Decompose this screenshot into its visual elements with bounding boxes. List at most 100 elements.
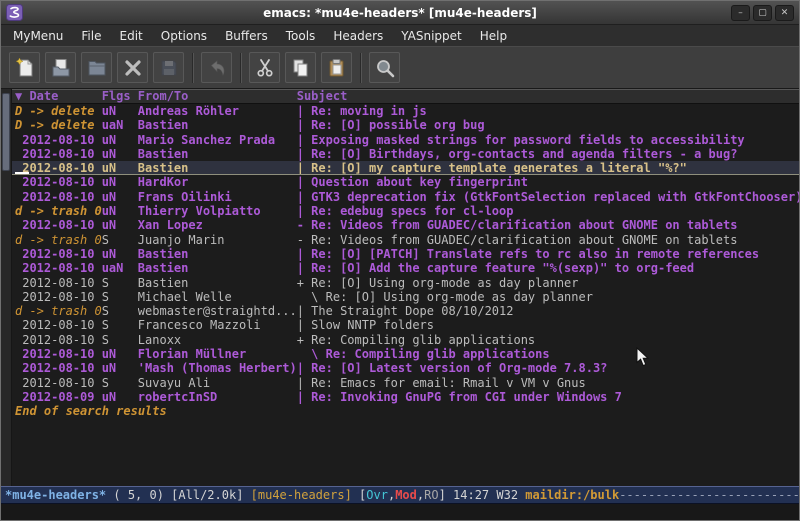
message-from: Bastien — [138, 276, 297, 290]
new-file-icon — [14, 57, 36, 79]
message-row[interactable]: d -> trash 0uNThierry Volpiatto| Re: ede… — [12, 204, 799, 218]
menu-item-tools[interactable]: Tools — [277, 27, 325, 45]
message-row[interactable]: d -> trash 0Swebmaster@straightd...| The… — [12, 304, 799, 318]
message-from: Juanjo Marin — [138, 233, 297, 247]
message-row[interactable]: 2012-08-10SLanoxx+ Re: Compiling glib ap… — [12, 333, 799, 347]
kill-buffer-button[interactable] — [117, 52, 148, 83]
toolbar — [1, 46, 799, 89]
menu-item-mymenu[interactable]: MyMenu — [4, 27, 72, 45]
menu-item-headers[interactable]: Headers — [324, 27, 392, 45]
message-date: 2012-08-10 — [15, 276, 102, 290]
message-row[interactable]: 2012-08-10uNBastien| Re: [O] Birthdays, … — [12, 147, 799, 161]
window-title: emacs: *mu4e-headers* [mu4e-headers] — [1, 6, 799, 20]
header-column-subject[interactable]: Subject — [297, 90, 799, 103]
header-column-flags[interactable]: Flgs — [102, 90, 138, 103]
message-row[interactable]: d -> trash 0SJuanjo Marin- Re: Videos fr… — [12, 233, 799, 247]
modeline-indicator-readonly: RO — [424, 488, 438, 502]
message-flags: uN — [102, 133, 138, 147]
scrollbar[interactable] — [1, 89, 12, 486]
search-button[interactable] — [369, 52, 400, 83]
message-from: HardKor — [138, 175, 297, 189]
message-row[interactable]: 2012-08-10uNBastien| Re: [O] my capture … — [12, 161, 799, 175]
message-flags: S — [102, 290, 138, 304]
modeline-buffer-name: *mu4e-headers* — [5, 488, 106, 502]
message-subject: - Re: Videos from GUADEC/clarification a… — [297, 233, 799, 247]
message-flags: uN — [102, 347, 138, 361]
minimize-button[interactable]: – — [731, 5, 750, 21]
message-date: 2012-08-10 — [15, 247, 102, 261]
message-from: Lanoxx — [138, 333, 297, 347]
mode-line[interactable]: *mu4e-headers* ( 5, 0) [All/2.0k] [mu4e-… — [1, 486, 799, 504]
message-row[interactable]: 2012-08-10uNXan Lopez- Re: Videos from G… — [12, 218, 799, 232]
modeline-clock: 14:27 W32 — [446, 488, 525, 502]
message-row[interactable]: 2012-08-10uNFrans Oilinki| GTK3 deprecat… — [12, 190, 799, 204]
message-row[interactable]: 2012-08-10SFrancesco Mazzoli| Slow NNTP … — [12, 318, 799, 332]
open-file-button[interactable] — [45, 52, 76, 83]
header-column-date[interactable]: ▼ Date — [15, 90, 102, 103]
message-subject: \ Re: Compiling glib applications — [297, 347, 799, 361]
message-from: robertcInSD — [138, 390, 297, 404]
message-flags: uaN — [102, 118, 138, 132]
copy-button[interactable] — [285, 52, 316, 83]
message-date: 2012-08-09 — [15, 390, 102, 404]
message-subject: | Exposing masked strings for password f… — [297, 133, 799, 147]
message-subject: | Re: [O] Birthdays, org-contacts and ag… — [297, 147, 799, 161]
message-from: webmaster@straightd... — [138, 304, 297, 318]
toolbar-separator — [192, 53, 194, 83]
maximize-icon: ▢ — [758, 8, 767, 18]
modeline-bracket-close: ] — [439, 488, 446, 502]
message-subject: | Re: [O] Latest version of Org-mode 7.8… — [297, 361, 799, 375]
menu-item-file[interactable]: File — [72, 27, 110, 45]
message-row[interactable]: 2012-08-09uNrobertcInSD| Re: Invoking Gn… — [12, 390, 799, 404]
cut-button[interactable] — [249, 52, 280, 83]
message-from: 'Mash (Thomas Herbert) — [138, 361, 297, 375]
menu-item-help[interactable]: Help — [471, 27, 516, 45]
paste-button[interactable] — [321, 52, 352, 83]
message-row[interactable]: 2012-08-10uN'Mash (Thomas Herbert)| Re: … — [12, 361, 799, 375]
message-subject: | Re: moving in js — [297, 104, 799, 118]
message-flags: S — [102, 233, 138, 247]
echo-area[interactable] — [1, 504, 799, 520]
message-row[interactable]: 2012-08-10uNMario Sanchez Prada| Exposin… — [12, 133, 799, 147]
menu-item-edit[interactable]: Edit — [111, 27, 152, 45]
save-button[interactable] — [153, 52, 184, 83]
header-column-from[interactable]: From/To — [138, 90, 297, 103]
modeline-indicator-overwrite: Ovr — [366, 488, 388, 502]
message-row[interactable]: 2012-08-10SBastien+ Re: [O] Using org-mo… — [12, 276, 799, 290]
maximize-button[interactable]: ▢ — [753, 5, 772, 21]
undo-button[interactable] — [201, 52, 232, 83]
message-mark: D -> delete — [15, 118, 102, 132]
message-row[interactable]: 2012-08-10SSuvayu Ali| Re: Emacs for ema… — [12, 376, 799, 390]
menu-item-buffers[interactable]: Buffers — [216, 27, 277, 45]
scrollbar-thumb[interactable] — [2, 93, 10, 171]
message-row[interactable]: 2012-08-10SMichael Welle \ Re: [O] Using… — [12, 290, 799, 304]
emacs-window: emacs: *mu4e-headers* [mu4e-headers] – ▢… — [0, 0, 800, 521]
message-flags: uN — [102, 247, 138, 261]
message-from: Suvayu Ali — [138, 376, 297, 390]
message-from: Bastien — [138, 161, 297, 174]
message-from: Florian Müllner — [138, 347, 297, 361]
message-mark: d -> trash 0 — [15, 204, 102, 218]
buffer-column: ▼ Date Flgs From/To Subject D -> deleteu… — [12, 89, 799, 486]
new-file-button[interactable] — [9, 52, 40, 83]
titlebar[interactable]: emacs: *mu4e-headers* [mu4e-headers] – ▢… — [1, 1, 799, 25]
message-row[interactable]: D -> deleteuaNBastien| Re: [O] possible … — [12, 118, 799, 132]
message-date: 2012-08-10 — [15, 347, 102, 361]
message-row[interactable]: 2012-08-10uNHardKor| Question about key … — [12, 175, 799, 189]
copy-icon — [290, 57, 312, 79]
close-button[interactable]: ✕ — [775, 5, 794, 21]
message-flags: uN — [102, 218, 138, 232]
menu-item-options[interactable]: Options — [152, 27, 216, 45]
menu-item-yasnippet[interactable]: YASnippet — [392, 27, 471, 45]
message-subject: | Re: Invoking GnuPG from CGI under Wind… — [297, 390, 799, 404]
message-row[interactable]: 2012-08-10uaNBastien| Re: [O] Add the ca… — [12, 261, 799, 275]
message-row[interactable]: 2012-08-10uNFlorian Müllner \ Re: Compil… — [12, 347, 799, 361]
modeline-indicator-modified: Mod — [395, 488, 417, 502]
message-date: 2012-08-10 — [15, 376, 102, 390]
toolbar-separator — [360, 53, 362, 83]
dired-button[interactable] — [81, 52, 112, 83]
message-row[interactable]: 2012-08-10uNBastien| Re: [O] [PATCH] Tra… — [12, 247, 799, 261]
message-subject: | Slow NNTP folders — [297, 318, 799, 332]
message-flags: uN — [102, 204, 138, 218]
message-row[interactable]: D -> deleteuNAndreas Röhler| Re: moving … — [12, 104, 799, 118]
